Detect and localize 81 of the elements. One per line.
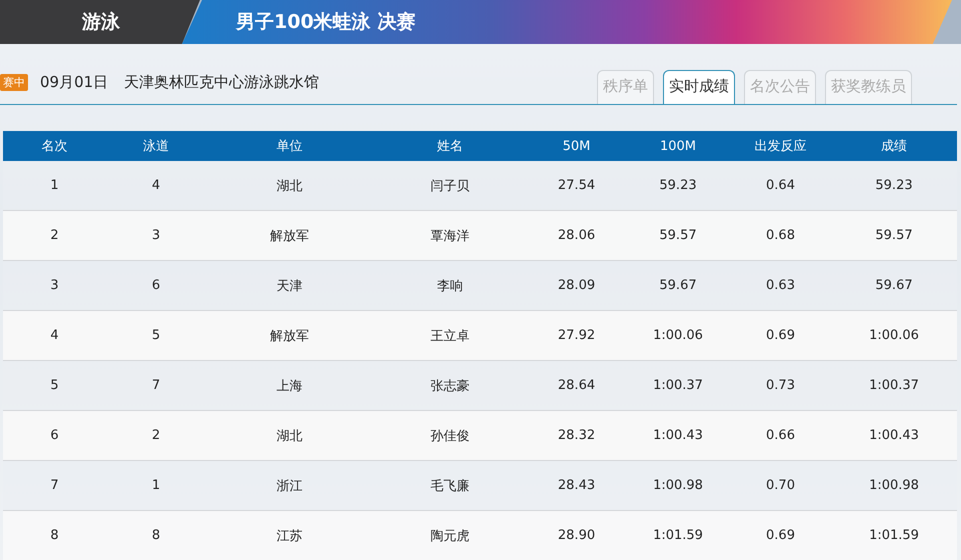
table-cell: 4	[3, 310, 106, 360]
table-cell: 8	[106, 510, 206, 560]
table-cell: 1:00.43	[626, 410, 730, 460]
status-badge: 赛中	[0, 74, 28, 91]
table-cell: 2	[3, 210, 106, 260]
column-header: 100M	[626, 131, 730, 161]
table-cell: 7	[106, 360, 206, 410]
table-cell: 0.70	[730, 460, 831, 510]
table-cell: 湖北	[206, 161, 373, 210]
table-cell: 覃海洋	[373, 210, 527, 260]
column-header: 泳道	[106, 131, 206, 161]
table-cell: 1:00.37	[831, 360, 957, 410]
table-cell: 闫子贝	[373, 161, 527, 210]
table-cell: 王立卓	[373, 310, 527, 360]
table-cell: 59.57	[831, 210, 957, 260]
table-cell: 0.66	[730, 410, 831, 460]
table-cell: 2	[106, 410, 206, 460]
table-cell: 0.64	[730, 161, 831, 210]
column-header: 50M	[527, 131, 626, 161]
tab[interactable]: 获奖教练员	[825, 70, 912, 104]
table-cell: 28.43	[527, 460, 626, 510]
table-cell: 0.69	[730, 510, 831, 560]
table-cell: 1:00.37	[626, 360, 730, 410]
table-cell: 李响	[373, 260, 527, 310]
table-cell: 5	[3, 360, 106, 410]
table-cell: 0.63	[730, 260, 831, 310]
table-cell: 陶元虎	[373, 510, 527, 560]
table-cell: 28.32	[527, 410, 626, 460]
table-cell: 28.90	[527, 510, 626, 560]
table-cell: 28.64	[527, 360, 626, 410]
table-cell: 1:00.98	[831, 460, 957, 510]
table-cell: 浙江	[206, 460, 373, 510]
table-cell: 59.67	[626, 260, 730, 310]
table-cell: 1:01.59	[626, 510, 730, 560]
table-cell: 湖北	[206, 410, 373, 460]
table-cell: 27.92	[527, 310, 626, 360]
table-cell: 天津	[206, 260, 373, 310]
table-cell: 1:00.43	[831, 410, 957, 460]
table-cell: 0.68	[730, 210, 831, 260]
table-cell: 4	[106, 161, 206, 210]
table-cell: 3	[3, 260, 106, 310]
table-cell: 28.09	[527, 260, 626, 310]
sport-title: 游泳	[0, 0, 200, 44]
table-cell: 27.54	[527, 161, 626, 210]
table-cell: 1:00.98	[626, 460, 730, 510]
table-cell: 3	[106, 210, 206, 260]
table-cell: 张志豪	[373, 360, 527, 410]
tab[interactable]: 实时成绩	[663, 70, 735, 104]
table-cell: 7	[3, 460, 106, 510]
column-header: 姓名	[373, 131, 527, 161]
venue-text: 天津奥林匹克中心游泳跳水馆	[124, 73, 320, 92]
table-cell: 0.73	[730, 360, 831, 410]
table-cell: 解放军	[206, 310, 373, 360]
table-cell: 8	[3, 510, 106, 560]
table-cell: 1	[106, 460, 206, 510]
table-cell: 1:00.06	[831, 310, 957, 360]
table-cell: 江苏	[206, 510, 373, 560]
table-cell: 59.23	[831, 161, 957, 210]
table-cell: 1	[3, 161, 106, 210]
table-cell: 5	[106, 310, 206, 360]
table-cell: 6	[3, 410, 106, 460]
column-header: 单位	[206, 131, 373, 161]
event-title: 男子100米蛙泳 决赛	[182, 0, 952, 44]
table-cell: 6	[106, 260, 206, 310]
table-cell: 59.57	[626, 210, 730, 260]
tab[interactable]: 名次公告	[744, 70, 816, 104]
table-cell: 28.06	[527, 210, 626, 260]
table-cell: 毛飞廉	[373, 460, 527, 510]
table-cell: 上海	[206, 360, 373, 410]
table-cell: 1:01.59	[831, 510, 957, 560]
column-header: 成绩	[831, 131, 957, 161]
column-header: 出发反应	[730, 131, 831, 161]
table-cell: 解放军	[206, 210, 373, 260]
date-text: 09月01日	[40, 73, 108, 92]
table-cell: 孙佳俊	[373, 410, 527, 460]
tab[interactable]: 秩序单	[597, 70, 654, 104]
column-header: 名次	[3, 131, 106, 161]
table-cell: 1:00.06	[626, 310, 730, 360]
table-cell: 0.69	[730, 310, 831, 360]
table-cell: 59.23	[626, 161, 730, 210]
table-cell: 59.67	[831, 260, 957, 310]
